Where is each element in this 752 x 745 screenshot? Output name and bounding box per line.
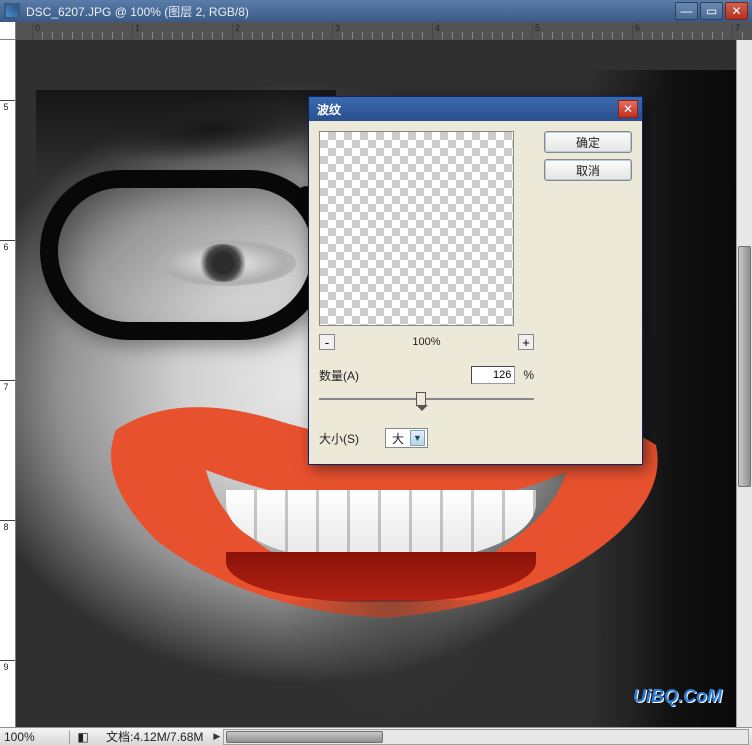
- dialog-close-button[interactable]: ✕: [618, 100, 638, 118]
- zoom-in-button[interactable]: +: [518, 334, 534, 350]
- horizontal-scrollbar[interactable]: [223, 729, 749, 745]
- filter-preview[interactable]: [319, 131, 514, 326]
- preview-zoom: 100%: [412, 336, 440, 348]
- dialog-titlebar[interactable]: 波纹 ✕: [309, 97, 642, 121]
- statusbar: 100% ◧ 文档:4.12M/7.68M ▶: [0, 727, 752, 745]
- watermark: UiBQ.CoM: [633, 686, 722, 707]
- chevron-down-icon: ▼: [410, 430, 425, 446]
- chevron-right-icon[interactable]: ▶: [213, 731, 220, 742]
- ruler-origin[interactable]: [0, 22, 16, 40]
- ripple-dialog: 波纹 ✕ - 100% + 数量(A) % 大小(S): [308, 96, 643, 465]
- zoom-field[interactable]: 100%: [0, 730, 70, 744]
- size-label: 大小(S): [319, 430, 359, 447]
- amount-slider[interactable]: [319, 390, 534, 410]
- amount-input[interactable]: [471, 366, 515, 384]
- minimize-button[interactable]: —: [675, 2, 698, 20]
- scrollbar-thumb[interactable]: [738, 246, 751, 486]
- amount-unit: %: [523, 368, 534, 382]
- maximize-button[interactable]: ▭: [700, 2, 723, 20]
- scrollbar-thumb-h[interactable]: [226, 731, 383, 743]
- ok-button[interactable]: 确定: [544, 131, 632, 153]
- close-button[interactable]: ✕: [725, 2, 748, 20]
- slider-thumb[interactable]: [416, 392, 426, 406]
- vertical-scrollbar[interactable]: [736, 40, 752, 727]
- cancel-button[interactable]: 取消: [544, 159, 632, 181]
- size-select[interactable]: 大 ▼: [385, 428, 428, 448]
- dialog-title: 波纹: [313, 101, 618, 118]
- nav-icon[interactable]: ◧: [70, 730, 96, 744]
- size-value: 大: [392, 430, 404, 447]
- doc-label: 文档:: [106, 730, 133, 744]
- amount-label: 数量(A): [319, 367, 359, 384]
- titlebar[interactable]: DSC_6207.JPG @ 100% (图层 2, RGB/8) — ▭ ✕: [0, 0, 752, 22]
- app-icon: [4, 3, 20, 19]
- window-title: DSC_6207.JPG @ 100% (图层 2, RGB/8): [26, 3, 675, 20]
- doc-size: 4.12M/7.68M: [133, 730, 203, 744]
- zoom-out-button[interactable]: -: [319, 334, 335, 350]
- beard: [276, 600, 506, 727]
- ruler-vertical[interactable]: 56789: [0, 40, 16, 727]
